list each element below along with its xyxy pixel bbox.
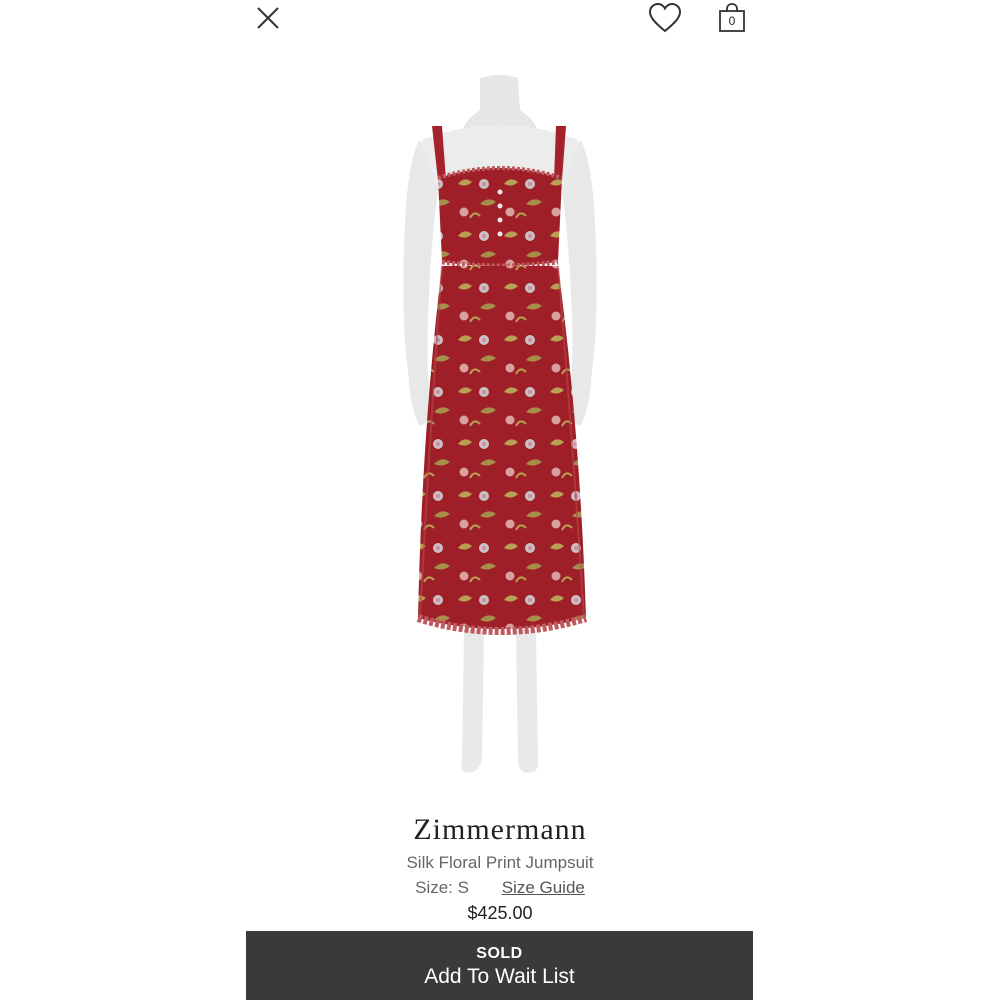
- sold-status: SOLD: [476, 945, 523, 962]
- shopping-bag-icon[interactable]: 0: [716, 2, 748, 34]
- close-icon[interactable]: [254, 4, 282, 32]
- size-row: Size: S Size Guide: [246, 877, 754, 899]
- size-guide-link[interactable]: Size Guide: [502, 878, 585, 897]
- brand-name[interactable]: Zimmermann: [246, 812, 754, 848]
- size-label: Size: S: [415, 878, 469, 897]
- bag-count: 0: [728, 14, 736, 28]
- product-info: Zimmermann Silk Floral Print Jumpsuit Si…: [246, 810, 754, 925]
- top-bar: 0: [246, 0, 754, 40]
- heart-icon[interactable]: [648, 2, 682, 34]
- price: $425.00: [467, 903, 533, 923]
- product-name: Silk Floral Print Jumpsuit: [406, 853, 594, 872]
- product-image[interactable]: [360, 70, 640, 780]
- add-to-wait-list-button[interactable]: SOLD Add To Wait List: [246, 931, 753, 1000]
- wait-list-label: Add To Wait List: [424, 965, 575, 988]
